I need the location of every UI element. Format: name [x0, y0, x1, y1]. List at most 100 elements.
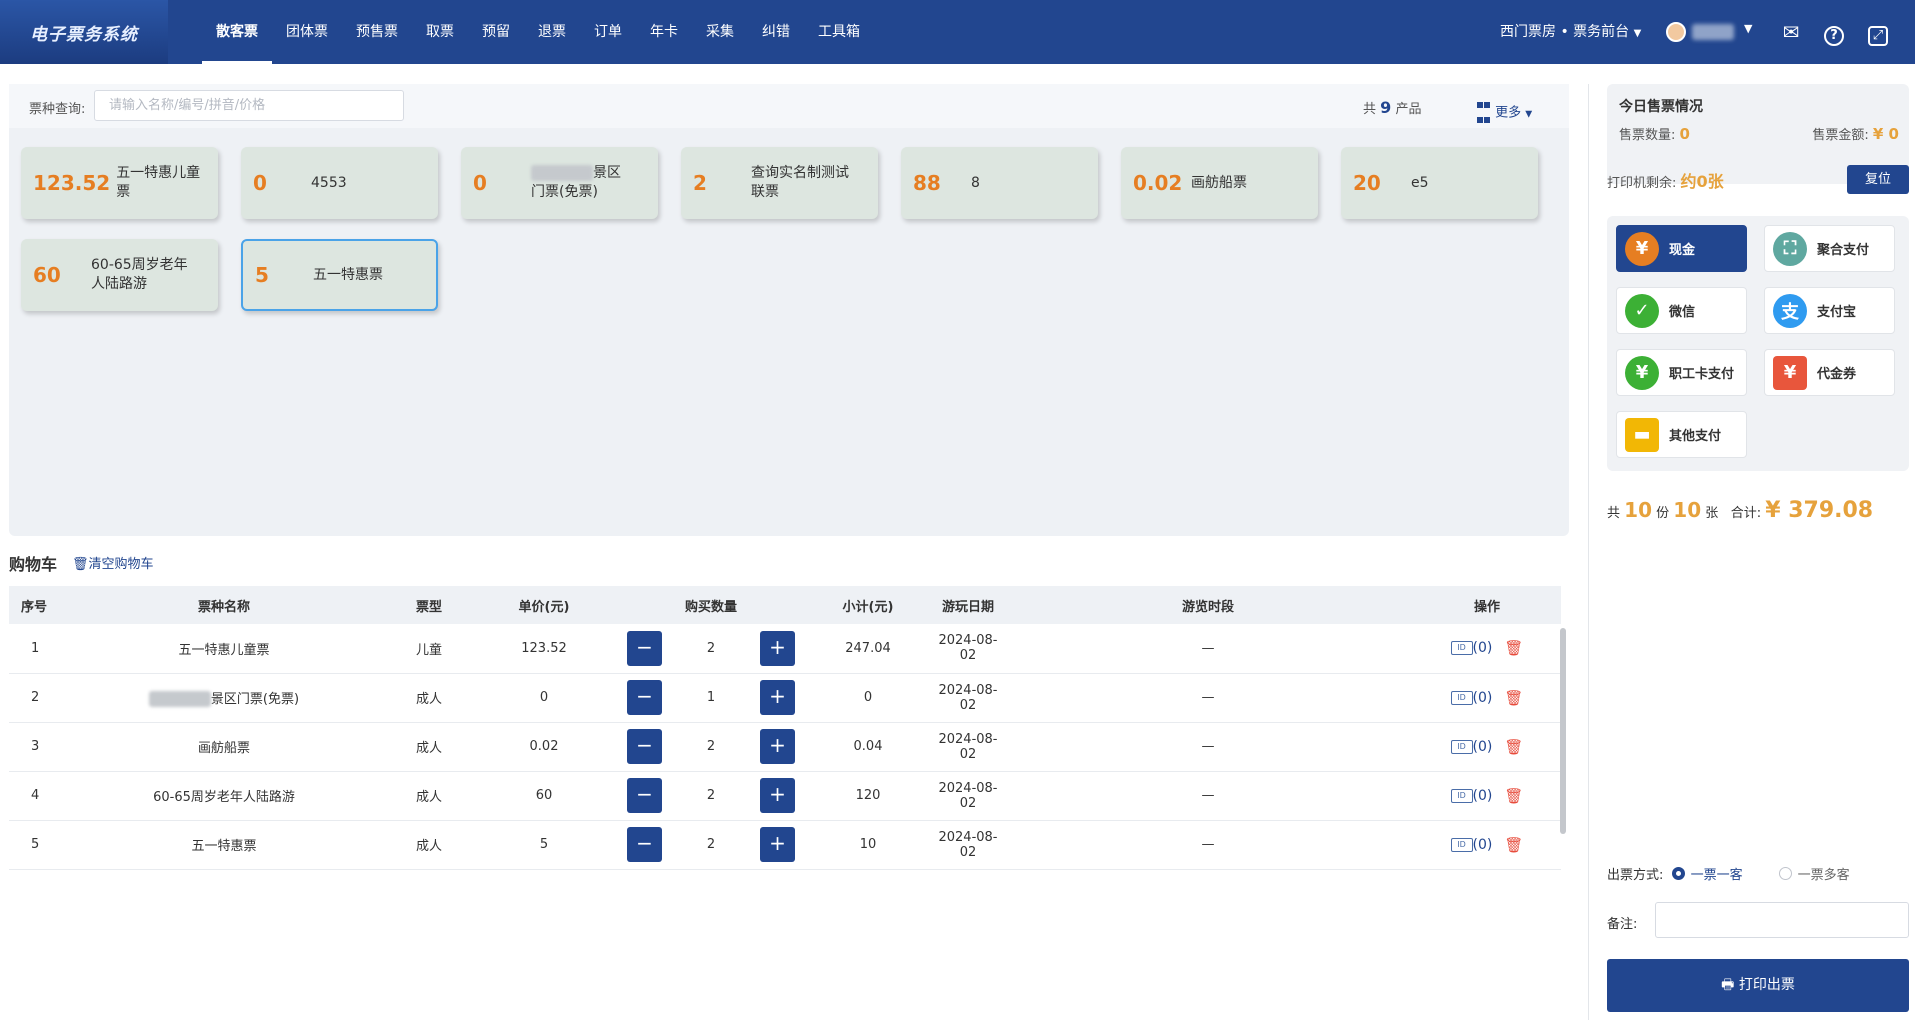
product-tile[interactable]: 0.02 画舫船票	[1121, 147, 1318, 219]
caret-down-icon: ▼	[1633, 28, 1642, 39]
radio-one-per-guest[interactable]	[1671, 867, 1685, 880]
product-count: 共 9 产品	[1363, 98, 1422, 117]
fullscreen-icon[interactable]: ⤢	[1866, 20, 1890, 46]
product-tile[interactable]: 20 e5	[1341, 147, 1538, 219]
delete-icon[interactable]: 🗑	[1504, 639, 1523, 657]
help-icon[interactable]: ?	[1822, 20, 1846, 46]
more-button[interactable]: 更多 ▼	[1477, 98, 1532, 128]
increase-button[interactable]: +	[760, 827, 795, 862]
redacted-text	[148, 691, 211, 708]
delete-icon[interactable]: 🗑	[1504, 738, 1523, 756]
product-tile[interactable]: 88 8	[901, 147, 1098, 219]
table-row: 2 景区门票(免票) 成人 0 −1 + 0 2024-08-02 — ID (0)…	[9, 673, 1561, 723]
decrease-button[interactable]: −	[627, 680, 662, 715]
payment-methods: ¥ 现金 ⛶ 聚合支付 ✓ 微信 支支付宝 ¥ 职工卡支付 ¥ 代金券 ▬ 其他支付	[1607, 216, 1909, 471]
cart-title: 购物车	[9, 555, 58, 574]
increase-button[interactable]: +	[760, 680, 795, 715]
nav-scattered-ticket[interactable]: 散客票	[202, 0, 272, 64]
nav-annual-card[interactable]: 年卡	[636, 0, 692, 64]
quantity-stepper: −2 +	[619, 624, 803, 674]
search-label: 票种查询:	[29, 102, 86, 117]
mail-icon[interactable]: ✉	[1779, 20, 1803, 44]
payment-cash[interactable]: ¥ 现金	[1616, 225, 1747, 272]
increase-button[interactable]: +	[760, 630, 795, 666]
payment-alipay[interactable]: 支支付宝	[1764, 287, 1895, 334]
nav-collect[interactable]: 采集	[692, 0, 748, 64]
note-label: 备注:	[1607, 917, 1638, 932]
payment-wechat[interactable]: ✓ 微信	[1616, 287, 1747, 334]
payment-aggregate[interactable]: ⛶ 聚合支付	[1764, 225, 1895, 272]
product-panel: 票种查询: 共 9 产品 更多 ▼ 123.52五一特惠儿童票 04553 0景…	[9, 84, 1569, 536]
id-card-icon[interactable]: ID	[1450, 641, 1473, 656]
user-caret-icon[interactable]: ▼	[1744, 22, 1752, 35]
nav-group-ticket[interactable]: 团体票	[272, 0, 342, 64]
table-row: 3 画舫船票 成人 0.02 −2 + 0.04 2024-08-02 — ID(…	[9, 722, 1561, 772]
cash-icon: ¥	[1625, 231, 1659, 266]
reset-button[interactable]: 复位	[1847, 165, 1909, 194]
cart-table: 序号 票种名称 票型 单价(元) 购买数量 小计(元) 游玩日期 游览时段 操作…	[9, 586, 1561, 870]
quantity-stepper: −2 +	[619, 722, 803, 772]
voucher-icon: ¥	[1773, 355, 1807, 390]
print-ticket-button[interactable]: 🖶 打印出票	[1607, 959, 1909, 1012]
nav-refund[interactable]: 退票	[524, 0, 580, 64]
decrease-button[interactable]: −	[627, 827, 662, 862]
table-row: 5 五一特惠票 成人 5 −2 + 10 2024-08-02 — ID (0) 🗑	[9, 820, 1561, 870]
note-input[interactable]	[1655, 902, 1909, 938]
decrease-button[interactable]: −	[627, 729, 662, 764]
store-selector[interactable]: 西门票房 • 票务前台 ▼	[1500, 0, 1641, 64]
search-input[interactable]	[94, 90, 404, 121]
wallet-icon: ▬	[1625, 417, 1659, 452]
decrease-button[interactable]: −	[627, 778, 662, 813]
nav-toolbox[interactable]: 工具箱	[804, 0, 874, 64]
id-card-icon[interactable]: ID	[1450, 739, 1473, 754]
radio-one-multi-guest[interactable]	[1778, 867, 1792, 880]
grid-icon	[1477, 98, 1491, 128]
product-tile[interactable]: 0 景区门票(免票)	[461, 147, 658, 219]
quantity-stepper: −2 +	[619, 820, 803, 870]
id-card-icon[interactable]: ID	[1450, 788, 1473, 803]
product-tile[interactable]: 123.52 五一特惠儿童票	[21, 147, 218, 219]
trash-icon: 🗑	[72, 557, 89, 572]
nav-presale-ticket[interactable]: 预售票	[342, 0, 412, 64]
printer-remaining: 打印机剩余: 约0张	[1607, 172, 1724, 191]
decrease-button[interactable]: −	[627, 630, 662, 666]
product-tile[interactable]: 0 4553	[241, 147, 438, 219]
quantity-stepper: −2 +	[619, 771, 803, 821]
avatar[interactable]	[1666, 22, 1686, 42]
main-nav: 散客票 团体票 预售票 取票 预留 退票 订单 年卡 采集 纠错 工具箱	[202, 0, 874, 64]
clear-cart-button[interactable]: 🗑清空购物车	[72, 553, 154, 572]
top-bar: 电子票务系统 散客票 团体票 预售票 取票 预留 退票 订单 年卡 采集 纠错 …	[0, 0, 1915, 64]
issue-mode: 出票方式: 一票一客 一票多客	[1607, 867, 1850, 883]
wechat-icon: ✓	[1625, 293, 1659, 328]
delete-icon[interactable]: 🗑	[1504, 689, 1523, 707]
payment-voucher[interactable]: ¥ 代金券	[1764, 349, 1895, 396]
staff-card-icon: ¥	[1625, 355, 1659, 390]
increase-button[interactable]: +	[760, 729, 795, 764]
logo: 电子票务系统	[0, 0, 168, 64]
product-tile[interactable]: 60 60-65周岁老年人陆路游	[21, 239, 218, 311]
nav-correction[interactable]: 纠错	[748, 0, 804, 64]
id-card-icon[interactable]: ID	[1450, 690, 1473, 705]
delete-icon[interactable]: 🗑	[1504, 787, 1523, 805]
product-tile[interactable]: 2 查询实名制测试联票	[681, 147, 878, 219]
product-tile-selected[interactable]: 5 五一特惠票	[241, 239, 438, 311]
increase-button[interactable]: +	[760, 778, 795, 813]
redacted-text	[531, 165, 593, 181]
nav-reserve[interactable]: 预留	[468, 0, 524, 64]
nav-orders[interactable]: 订单	[580, 0, 636, 64]
table-row: 1 五一特惠儿童票 儿童 123.52 −2 + 247.04 2024-08-0…	[9, 624, 1561, 674]
cart-scrollbar[interactable]	[1560, 628, 1566, 834]
checkout-panel: 今日售票情况 售票数量: 0 售票金额: ¥ 0 打印机剩余: 约0张 ¥ 现金 …	[1588, 84, 1909, 1020]
alipay-icon: 支	[1773, 293, 1807, 328]
payment-other[interactable]: ▬ 其他支付	[1616, 411, 1747, 458]
username-redacted	[1692, 24, 1734, 40]
id-card-icon[interactable]: ID	[1450, 837, 1473, 852]
payment-staff-card[interactable]: ¥ 职工卡支付	[1616, 349, 1747, 396]
delete-icon[interactable]: 🗑	[1504, 836, 1523, 854]
table-header: 序号 票种名称 票型 单价(元) 购买数量 小计(元) 游玩日期 游览时段 操作	[9, 586, 1561, 624]
order-total: 共 10 份 10 张 合计: ¥ 379.08	[1607, 498, 1874, 523]
nav-pickup-ticket[interactable]: 取票	[412, 0, 468, 64]
scan-icon: ⛶	[1773, 231, 1807, 266]
search-bar: 票种查询: 共 9 产品 更多 ▼	[9, 84, 1569, 128]
table-row: 4 60-65周岁老年人陆路游 成人 60 −2 + 120 2024-08-02…	[9, 771, 1561, 821]
